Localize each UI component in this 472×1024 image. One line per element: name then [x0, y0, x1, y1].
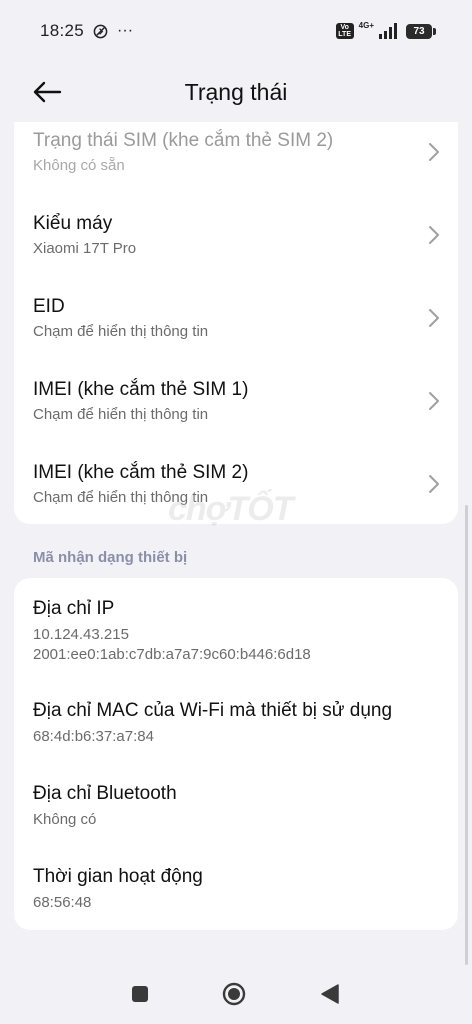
item-subtitle: Xiaomi 17T Pro: [33, 240, 137, 257]
network-type: 4G+: [358, 20, 374, 30]
section-header: Mã nhận dạng thiết bị: [33, 549, 188, 566]
chevron-right-icon: [429, 226, 439, 244]
info-card: Trạng thái SIM (khe cắm thẻ SIM 2) Không…: [14, 122, 458, 524]
item-subtitle: Chạm để hiển thị thông tin: [33, 406, 209, 423]
item-subtitle: Không có sẵn: [33, 157, 125, 174]
recents-button[interactable]: [128, 982, 152, 1006]
circle-icon: [222, 982, 246, 1006]
item-value-2: 2001:ee0:1ab:c7db:a7a7:9c60:b446:6d18: [33, 646, 311, 663]
item-value: 68:56:48: [33, 894, 92, 911]
more-notifications-icon: ···: [117, 22, 134, 39]
item-title: EID: [33, 296, 65, 317]
home-button[interactable]: [222, 982, 246, 1006]
signal-icon: [379, 23, 399, 39]
watermark-logo: chợTỐT: [168, 490, 293, 528]
status-bar: 18:25 ··· Vo LTE 4G+ 73: [0, 0, 472, 62]
uptime-item[interactable]: Thời gian hoạt động 68:56:48: [14, 846, 458, 929]
navigation-bar: [0, 960, 472, 1024]
item-value: 10.124.43.215: [33, 626, 129, 643]
item-title: Trạng thái SIM (khe cắm thẻ SIM 2): [33, 130, 334, 151]
arrow-left-icon: [33, 81, 62, 103]
wifi-mac-item[interactable]: Địa chỉ MAC của Wi-Fi mà thiết bị sử dụn…: [14, 680, 458, 763]
chevron-right-icon: [429, 309, 439, 327]
volte-top: Vo: [340, 24, 349, 31]
chevron-right-icon: [429, 392, 439, 410]
item-title: Địa chỉ MAC của Wi-Fi mà thiết bị sử dụn…: [33, 700, 393, 721]
item-value: Không có: [33, 811, 97, 828]
sim2-status-item[interactable]: Trạng thái SIM (khe cắm thẻ SIM 2) Không…: [14, 122, 458, 205]
item-title: Thời gian hoạt động: [33, 866, 203, 887]
ip-address-item[interactable]: Địa chỉ IP 10.124.43.215 2001:ee0:1ab:c7…: [14, 578, 458, 680]
eid-item[interactable]: EID Chạm để hiển thị thông tin: [14, 288, 458, 371]
status-time: 18:25: [40, 21, 85, 40]
bluetooth-address-item[interactable]: Địa chỉ Bluetooth Không có: [14, 763, 458, 846]
item-title: Địa chỉ Bluetooth: [33, 783, 177, 804]
item-value: 68:4d:b6:37:a7:84: [33, 728, 154, 745]
back-nav-button[interactable]: [318, 982, 342, 1006]
page-title: Trạng thái: [184, 78, 288, 105]
item-title: IMEI (khe cắm thẻ SIM 1): [33, 379, 249, 400]
model-item[interactable]: Kiểu máy Xiaomi 17T Pro: [14, 205, 458, 288]
no-disturb-icon: [93, 24, 108, 39]
back-button[interactable]: [30, 76, 64, 108]
chevron-right-icon: [429, 475, 439, 493]
item-title: IMEI (khe cắm thẻ SIM 2): [33, 462, 249, 483]
scrollbar[interactable]: [465, 505, 468, 965]
volte-icon: Vo LTE: [335, 23, 354, 39]
volte-bottom: LTE: [338, 31, 351, 38]
battery-level: 73: [413, 25, 425, 37]
square-icon: [132, 986, 148, 1002]
item-title: Địa chỉ IP: [33, 598, 115, 619]
app-header: Trạng thái: [0, 62, 472, 122]
item-subtitle: Chạm để hiển thị thông tin: [33, 323, 209, 340]
device-ids-card: Địa chỉ IP 10.124.43.215 2001:ee0:1ab:c7…: [14, 578, 458, 930]
battery-icon: 73: [406, 23, 436, 39]
triangle-left-icon: [321, 984, 339, 1004]
chevron-right-icon: [429, 143, 439, 161]
item-title: Kiểu máy: [33, 213, 113, 234]
imei-sim1-item[interactable]: IMEI (khe cắm thẻ SIM 1) Chạm để hiển th…: [14, 371, 458, 454]
